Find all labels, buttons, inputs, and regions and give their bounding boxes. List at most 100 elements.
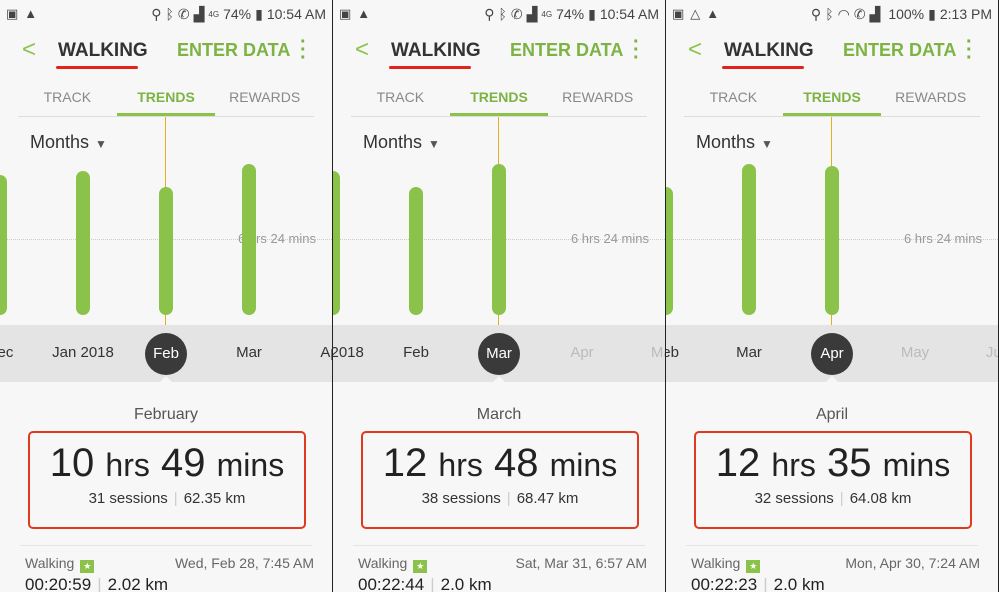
hours-unit: hrs [438,447,483,483]
bar-dec[interactable] [0,175,7,315]
battery-icon: ▮ [928,5,936,22]
divider: | [839,490,844,507]
more-options-icon[interactable]: · · · [966,32,973,68]
signal-icon: ▟ [193,5,205,22]
period-dropdown[interactable]: Months ▼ [30,132,107,153]
battery-icon: ▮ [255,5,263,22]
timeline-month[interactable]: Apr [811,333,853,375]
selected-month-name: April [815,406,848,423]
activity-stats: 00:22:23 | 2.0 km [691,575,825,592]
activity-duration: 00:22:44 [358,575,425,592]
tab-track[interactable]: TRACK [18,84,117,116]
timeline-month[interactable]: Apr [320,344,332,361]
tab-rewards[interactable]: REWARDS [215,84,314,116]
clock: 10:54 AM [599,6,659,22]
timeline-month[interactable]: Mar [736,344,762,361]
bar-mar[interactable] [242,163,256,315]
dropdown-caret-icon: ▼ [761,137,773,151]
timeline-month[interactable]: Jun [986,344,998,361]
network-type: 4G [541,9,553,19]
activity-duration: 00:22:23 [691,575,758,592]
divider: | [97,575,102,592]
divider [20,545,312,546]
activity-stats: 00:20:59 | 2.02 km [25,575,168,592]
selected-month-name: February [133,406,199,423]
page-title: WALKING [58,40,148,61]
back-button[interactable]: < [688,36,702,64]
hours-value: 10 [49,441,95,485]
timeline-month[interactable]: Jan 2018 [333,344,364,361]
activity-duration: 00:20:59 [25,575,92,592]
timeline-month[interactable]: Feb [145,333,187,375]
enter-data-button[interactable]: ENTER DATA [510,40,623,61]
more-options-icon[interactable]: · · · [633,32,640,68]
timeline-month[interactable]: Feb [666,344,679,361]
back-button[interactable]: < [355,36,369,64]
sessions-count: 31 sessions [88,490,168,507]
timeline-month[interactable]: May [901,344,929,361]
total-duration: 12 hrs 35 mins [696,441,970,486]
clock: 2:13 PM [939,6,992,22]
activity-item[interactable]: Walking ★ Sat, Mar 31, 6:57 AM [358,555,647,573]
bar-mar[interactable] [742,163,756,315]
back-button[interactable]: < [22,36,36,64]
enter-data-button[interactable]: ENTER DATA [843,40,956,61]
divider: | [763,575,768,592]
minutes-unit: mins [549,447,618,483]
flag-icon: ★ [413,560,428,573]
bar-jan-2018[interactable] [76,171,90,315]
bar-feb[interactable] [666,187,673,315]
tab-bar: TRACK TRENDS REWARDS [18,84,314,117]
warning-icon: ▲ [357,6,371,21]
sessions-count: 38 sessions [421,490,501,507]
dropdown-caret-icon: ▼ [428,137,440,151]
period-label: Months [363,132,423,152]
timeline-month[interactable]: Mar [236,344,262,361]
timeline-month[interactable]: Feb [403,344,429,361]
bar-apr[interactable] [825,166,839,315]
bar-feb[interactable] [159,187,173,315]
image-icon: ▣ [6,6,19,21]
timeline-month[interactable]: Mar [478,333,520,375]
activity-name: Walking [691,555,741,571]
bluetooth-icon: ᛒ [498,6,507,22]
enter-data-button[interactable]: ENTER DATA [177,40,290,61]
call-icon: ✆ [853,5,866,22]
minutes-unit: mins [216,447,285,483]
tab-trends[interactable]: TRENDS [116,84,216,116]
app-header: < WALKING ENTER DATA · · · [333,32,665,69]
image-icon: ▣ [339,6,352,21]
bar-jan-2018[interactable] [333,171,340,315]
bar-mar[interactable] [492,163,506,315]
period-dropdown[interactable]: Months ▼ [363,132,440,153]
tab-rewards[interactable]: REWARDS [548,84,647,116]
call-icon: ✆ [177,5,190,22]
tab-track[interactable]: TRACK [684,84,783,116]
activity-date: Wed, Feb 28, 7:45 AM [174,555,314,571]
title-highlight-underline [389,66,471,69]
hours-unit: hrs [771,447,816,483]
month-timeline: Feb Mar Apr May Jun [666,325,998,382]
reference-label: 6 hrs 24 mins [570,231,649,247]
tab-trends[interactable]: TRENDS [449,84,549,116]
tab-track[interactable]: TRACK [351,84,450,116]
activity-item[interactable]: Walking ★ Mon, Apr 30, 7:24 AM [691,555,980,573]
period-label: Months [30,132,90,152]
selection-pointer [492,376,506,383]
timeline-month[interactable]: Jan 2018 [52,344,114,361]
activity-date: Sat, Mar 31, 6:57 AM [515,555,647,571]
timeline-month[interactable]: May [651,344,665,361]
period-dropdown[interactable]: Months ▼ [696,132,773,153]
month-timeline: Dec Jan 2018 Feb Mar Apr [0,325,332,382]
timeline-month[interactable]: Apr [570,344,593,361]
activity-item[interactable]: Walking ★ Wed, Feb 28, 7:45 AM [25,555,314,573]
tab-trends[interactable]: TRENDS [782,84,882,116]
minutes-value: 48 [494,441,539,485]
warning-icon: ▲ [24,6,38,21]
bar-feb[interactable] [409,187,423,315]
timeline-month[interactable]: Dec [0,344,13,361]
more-options-icon[interactable]: · · · [300,32,307,68]
title-highlight-underline [722,66,804,69]
tab-rewards[interactable]: REWARDS [881,84,980,116]
location-icon: ⚲ [151,5,162,22]
